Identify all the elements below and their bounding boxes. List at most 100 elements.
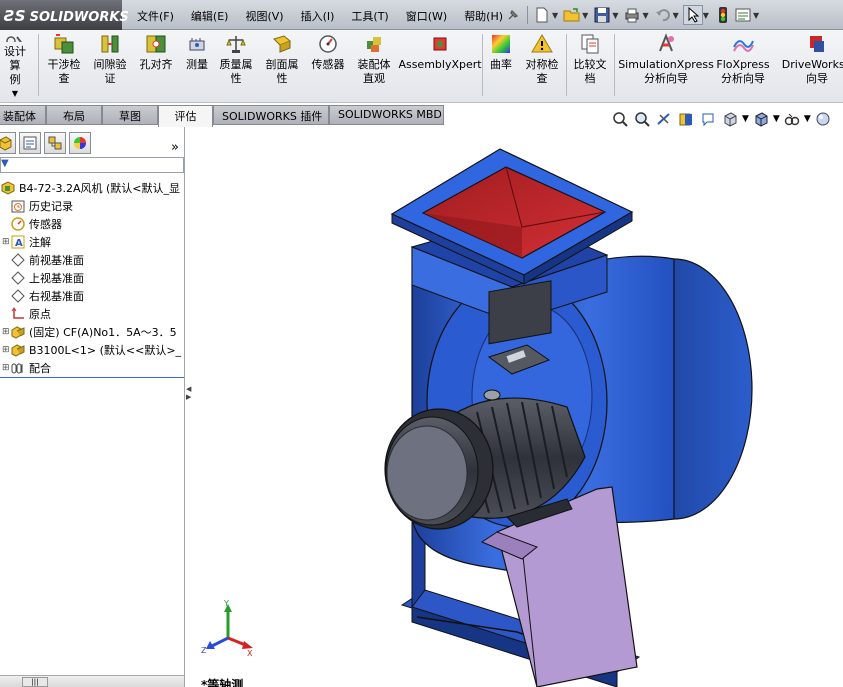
pin-icon[interactable] — [503, 5, 523, 25]
print-dropdown-icon[interactable]: ▼ — [642, 11, 648, 20]
sensor-icon — [10, 216, 26, 232]
section-properties-button[interactable]: 剖面属 性 — [260, 33, 304, 99]
dynamic-annotation-icon[interactable] — [698, 109, 718, 129]
tree-item-sensors[interactable]: 传感器 — [0, 215, 184, 233]
view-orientation-icon[interactable] — [720, 109, 740, 129]
assembly-visualization-button[interactable]: 装配体 直观 — [352, 33, 396, 99]
tree-filter-input[interactable]: ▼ — [0, 157, 184, 173]
floxpress-button[interactable]: FloXpress 分析向导 — [714, 33, 772, 99]
panel-horizontal-scrollbar[interactable]: ||| — [0, 675, 184, 687]
options-icon[interactable] — [733, 5, 753, 25]
tab-solidworks-mbd[interactable]: SOLIDWORKS MBD — [329, 105, 444, 125]
configuration-manager-tab-icon[interactable] — [44, 132, 66, 154]
design-study-button[interactable]: 设计算 例 ▼ — [0, 35, 30, 101]
expand-icon[interactable]: ⊞ — [2, 237, 10, 247]
save-icon[interactable] — [592, 5, 612, 25]
property-manager-tab-icon[interactable] — [19, 132, 41, 154]
zoom-to-area-icon[interactable] — [632, 109, 652, 129]
tree-item-right-plane[interactable]: 右视基准面 — [0, 287, 184, 305]
origin-icon — [10, 306, 26, 322]
solidworks-logo[interactable]: ƧS SOLIDWORKS — [0, 0, 129, 30]
new-dropdown-icon[interactable]: ▼ — [552, 11, 558, 20]
open-dropdown-icon[interactable]: ▼ — [582, 11, 588, 20]
tree-item-history[interactable]: 历史记录 — [0, 197, 184, 215]
select-arrow-icon[interactable] — [682, 5, 703, 25]
simulationxpress-button[interactable]: SimulationXpress 分析向导 — [616, 33, 716, 99]
command-manager-ribbon: 设计算 例 ▼ 干涉检 查 间隙验 证 孔对齐 测量 质量属 性 剖面属 性 传… — [0, 30, 843, 103]
menu-view[interactable]: 视图(V) — [236, 0, 291, 30]
clearance-label-1: 间隙验 — [93, 58, 127, 71]
tree-item-fan-body[interactable]: ⊞ (固定) CF(A)No1．5A～3．5 — [0, 323, 184, 341]
more-tabs-button[interactable]: » — [171, 140, 179, 155]
tab-evaluate[interactable]: 评估 — [158, 105, 213, 127]
curvature-label: 曲率 — [490, 58, 512, 71]
tree-item-front-plane[interactable]: 前视基准面 — [0, 251, 184, 269]
appearance-icon[interactable] — [813, 109, 833, 129]
clearance-button[interactable]: 间隙验 证 — [88, 33, 132, 99]
undo-icon[interactable] — [653, 5, 673, 25]
tree-item-top-plane[interactable]: 上视基准面 — [0, 269, 184, 287]
select-dropdown-icon[interactable]: ▼ — [703, 11, 709, 20]
floxpress-label-2: 分析向导 — [721, 72, 765, 85]
mass-properties-button[interactable]: 质量属 性 — [214, 33, 258, 99]
undo-dropdown-icon[interactable]: ▼ — [673, 11, 679, 20]
measure-button[interactable]: 测量 — [180, 33, 214, 99]
view-orientation-dropdown-icon[interactable]: ▼ — [742, 114, 749, 124]
design-study-label-1: 设计算 — [4, 45, 26, 72]
tree-item-mates[interactable]: ⊞ 配合 — [0, 359, 184, 377]
symmetry-check-button[interactable]: 对称检 查 — [520, 33, 564, 99]
section-view-icon[interactable] — [676, 109, 696, 129]
clearance-icon — [101, 35, 119, 53]
compare-documents-button[interactable]: 比较文 档 — [568, 33, 612, 99]
tab-assembly[interactable]: 装配体 — [0, 105, 46, 125]
expand-icon[interactable]: ⊞ — [2, 363, 10, 373]
hide-show-dropdown-icon[interactable]: ▼ — [804, 114, 811, 124]
previous-view-icon[interactable] — [654, 109, 674, 129]
driveworksxpress-button[interactable]: DriveWorksX 向导 — [772, 33, 843, 99]
sensor-button[interactable]: 传感器 — [306, 33, 350, 99]
display-style-dropdown-icon[interactable]: ▼ — [773, 114, 780, 124]
assemblyxpert-button[interactable]: AssemblyXpert — [398, 33, 482, 99]
display-manager-tab-icon[interactable] — [69, 132, 91, 154]
tab-solidworks-addins[interactable]: SOLIDWORKS 插件 — [213, 105, 329, 125]
menu-window[interactable]: 窗口(W) — [397, 0, 455, 30]
options-dropdown-icon[interactable]: ▼ — [753, 11, 759, 20]
display-style-icon[interactable] — [751, 109, 771, 129]
open-folder-icon[interactable] — [562, 5, 582, 25]
tab-sketch[interactable]: 草图 — [102, 105, 158, 125]
menu-tools[interactable]: 工具(T) — [342, 0, 396, 30]
graphics-area[interactable] — [187, 127, 843, 687]
hide-show-items-icon[interactable] — [782, 109, 802, 129]
tree-item-origin[interactable]: 原点 — [0, 305, 184, 323]
tree-item-root-assembly[interactable]: B4-72-3.2A风机 (默认<默认_显 — [0, 179, 184, 197]
tab-layout[interactable]: 布局 — [46, 105, 102, 125]
menu-insert[interactable]: 插入(I) — [292, 0, 343, 30]
expand-icon[interactable]: ⊞ — [2, 327, 10, 337]
history-icon — [10, 198, 26, 214]
section-properties-label-2: 性 — [276, 72, 288, 85]
tree-item-label: B4-72-3.2A风机 (默认<默认_显 — [19, 182, 181, 195]
mass-properties-label-1: 质量属 — [219, 58, 253, 71]
tree-rollback-bar[interactable] — [0, 377, 184, 378]
tree-item-annotations[interactable]: ⊞ A 注解 — [0, 233, 184, 251]
curvature-button[interactable]: 曲率 — [484, 33, 518, 99]
rebuild-icon[interactable] — [713, 5, 733, 25]
scrollbar-thumb[interactable]: ||| — [22, 677, 48, 687]
new-document-icon[interactable] — [532, 5, 552, 25]
print-icon[interactable] — [622, 5, 642, 25]
sensor-label: 传感器 — [311, 58, 345, 71]
hole-alignment-label: 孔对齐 — [139, 58, 173, 71]
feature-manager-tab-icon[interactable] — [0, 132, 16, 154]
save-dropdown-icon[interactable]: ▼ — [612, 11, 618, 20]
interference-button[interactable]: 干涉检 查 — [42, 33, 86, 99]
menu-file[interactable]: 文件(F) — [128, 0, 182, 30]
zoom-to-fit-icon[interactable] — [610, 109, 630, 129]
symmetry-check-icon — [531, 34, 553, 53]
driveworksxpress-icon — [810, 36, 824, 52]
tree-item-motor[interactable]: ⊞ B3100L<1> (默认<<默认>_ — [0, 341, 184, 359]
hole-alignment-button[interactable]: 孔对齐 — [134, 33, 178, 99]
symmetry-check-label-1: 对称检 — [525, 58, 559, 71]
expand-icon[interactable]: ⊞ — [2, 345, 10, 355]
part-icon — [10, 324, 26, 340]
menu-edit[interactable]: 编辑(E) — [182, 0, 237, 30]
